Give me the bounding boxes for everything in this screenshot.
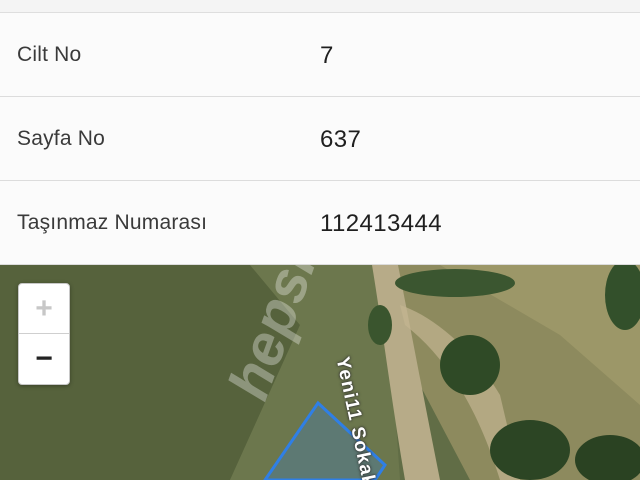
info-row-sayfa-no: Sayfa No 637	[0, 97, 640, 181]
sayfa-no-value: 637	[320, 126, 362, 153]
zoom-in-button[interactable]: +	[19, 284, 69, 333]
top-divider	[0, 0, 640, 13]
tasinmaz-numarasi-value: 112413444	[320, 210, 442, 237]
zoom-out-button[interactable]: −	[19, 333, 69, 383]
cilt-no-value: 7	[320, 42, 334, 69]
tree-cluster-2	[490, 420, 570, 480]
sayfa-no-label: Sayfa No	[17, 127, 105, 150]
tree-cluster-1	[440, 335, 500, 395]
plus-icon: +	[35, 291, 53, 325]
info-row-tasinmaz-numarasi: Taşınmaz Numarası 112413444	[0, 181, 640, 265]
parcel-details-page: Cilt No 7 Sayfa No 637 Taşınmaz Numarası…	[0, 0, 640, 480]
shrub	[368, 305, 392, 345]
map-zoom-control: + −	[18, 283, 70, 385]
tasinmaz-numarasi-label: Taşınmaz Numarası	[17, 211, 208, 234]
satellite-map[interactable]: hepsi Yeni11 Sokak + −	[0, 265, 640, 480]
tree-line-top	[395, 269, 515, 297]
info-row-cilt-no: Cilt No 7	[0, 13, 640, 97]
parcel-info-table: Cilt No 7 Sayfa No 637 Taşınmaz Numarası…	[0, 13, 640, 265]
minus-icon: −	[35, 341, 53, 375]
cilt-no-label: Cilt No	[17, 43, 82, 66]
satellite-imagery	[0, 265, 640, 480]
